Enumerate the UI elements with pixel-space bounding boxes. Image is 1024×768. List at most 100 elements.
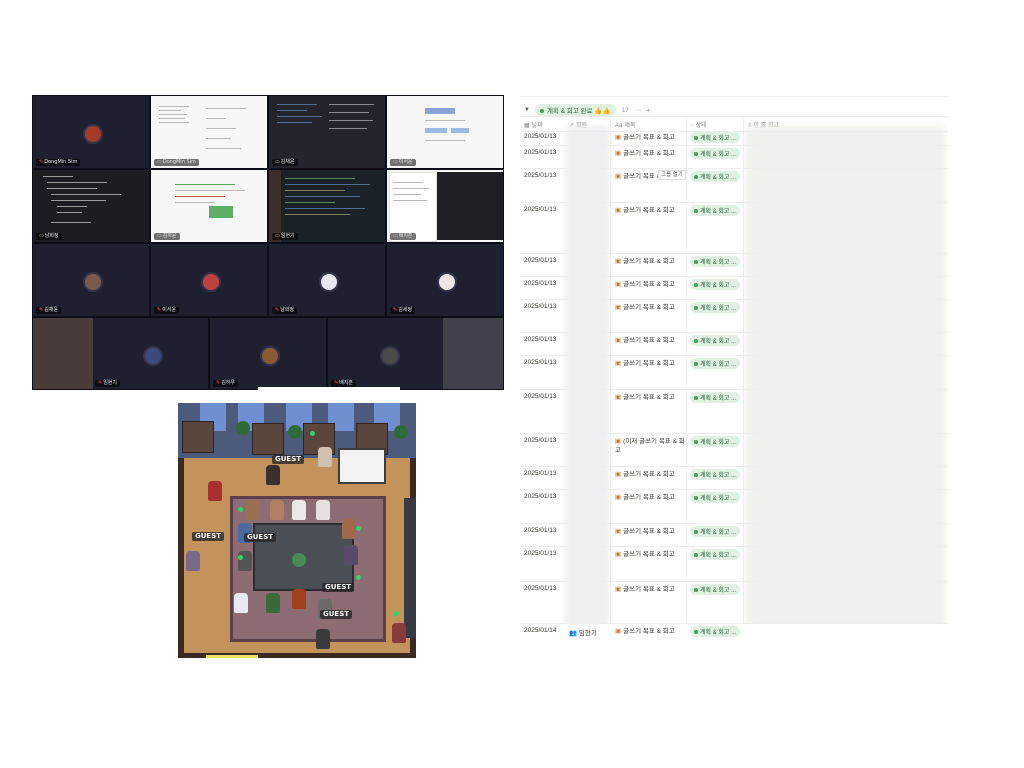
more-options-icon[interactable]: ···: [635, 107, 642, 114]
text-aa-icon: Aa: [615, 123, 623, 129]
video-tile-screen-share[interactable]: ▭임현기: [268, 169, 386, 243]
status-badge[interactable]: 계획 & 회고 ...: [690, 492, 741, 503]
table-row[interactable]: 2025/01/13 ▣ (이저 글쓰기 목표 & 회고 계획 & 회고 ...: [520, 434, 948, 467]
status-badge[interactable]: 계획 & 회고 ...: [690, 279, 741, 290]
status-badge[interactable]: 계획 & 회고 ...: [690, 549, 741, 560]
player-avatar[interactable]: [342, 519, 356, 539]
title-cell[interactable]: ▣ 글쓰기 목표 & 회고: [615, 257, 687, 266]
bookshelf: [252, 423, 284, 455]
table-row[interactable]: 2025/01/13 ▣ 글쓰기 목표 & 회고 계획 & 회고 ...: [520, 277, 948, 300]
video-tile-screen-share[interactable]: ▭배지훈: [386, 169, 504, 243]
table-row[interactable]: 2025/01/13 ▣ 글쓰기 목표 & 회고 계획 & 회고 ...: [520, 582, 948, 624]
status-badge[interactable]: 계획 & 회고 ...: [690, 469, 741, 480]
table-row[interactable]: 2025/01/13 ▣ 글쓰기 목표 & 회고 계획 & 회고 ...: [520, 390, 948, 434]
player-avatar[interactable]: [316, 500, 330, 520]
status-badge[interactable]: 계획 & 회고 ...: [690, 526, 741, 537]
table-row[interactable]: 2025/01/14 👥 임현기 ▣ 글쓰기 목표 & 회고 계획 & 회고 ..…: [520, 624, 948, 638]
table-row[interactable]: 2025/01/13 ▣ 글쓰기 목표 & 회고 계획 & 회고 ...: [520, 146, 948, 169]
participant-avatar: [319, 272, 339, 292]
guest-label: GUEST: [320, 610, 353, 619]
status-badge[interactable]: 계획 & 회고 ...: [690, 392, 741, 403]
column-header-status[interactable]: ◌ 상태: [690, 120, 707, 129]
title-cell[interactable]: ▣ 글쓰기 목표 & 회고: [615, 359, 687, 368]
title-cell[interactable]: ▣ 글쓰기 목표 & 회고: [615, 133, 687, 142]
add-row-icon[interactable]: +: [646, 106, 651, 115]
table-row[interactable]: 2025/01/13 ▣ 글쓰기 목표 & 회고 계획 & 회고 ...: [520, 467, 948, 490]
table-row[interactable]: 2025/01/13 ▣ 글쓰기 목표 & 회고 계획 & 회고 ...: [520, 254, 948, 277]
video-tile-screen-share[interactable]: ▭김채윤: [268, 95, 386, 169]
status-badge[interactable]: 계획 & 회고 ...: [690, 302, 741, 313]
status-badge[interactable]: 계획 & 회고 ...: [690, 584, 741, 595]
video-tile[interactable]: ✎김세정: [386, 243, 504, 317]
virtual-office-map[interactable]: GUEST GUEST GUEST GUEST GUEST: [178, 403, 416, 658]
player-avatar[interactable]: [208, 481, 222, 501]
page-icon: ▣: [615, 528, 622, 535]
player-avatar[interactable]: [266, 593, 280, 613]
mic-off-icon: ✎: [216, 380, 221, 386]
status-badge[interactable]: 계획 & 회고 ...: [690, 171, 741, 182]
title-cell[interactable]: ▣ 글쓰기 목표 & 회고: [615, 627, 687, 636]
status-badge[interactable]: 계획 & 회고 ...: [690, 132, 741, 143]
title-cell[interactable]: ▣ 글쓰기 목표 & 회고: [615, 280, 687, 289]
video-tile[interactable]: ✎김하우: [209, 317, 327, 390]
table-row[interactable]: 2025/01/13 ▣ 글쓰기 목표 & 회고 계획 & 회고 ...: [520, 130, 948, 146]
table-row[interactable]: 2025/01/13 ▣ 글쓰기 목표 & 회고 계획 & 회고 ...: [520, 524, 948, 547]
table-row[interactable]: 2025/01/13 ▣ 글쓰기 목표 & 회고 계획 & 회고 ...: [520, 300, 948, 333]
table-row[interactable]: 2025/01/13 ▣ 글쓰기 목표 & 회고 계획 & 회고 ...: [520, 203, 948, 254]
title-cell[interactable]: ▣ 글쓰기 목표 & 회고: [615, 470, 687, 479]
video-tile[interactable]: ✎DongMin Sim: [32, 95, 150, 169]
collapse-triangle-icon[interactable]: ▼: [524, 107, 530, 113]
status-badge[interactable]: 계획 & 회고 ...: [690, 626, 741, 637]
player-avatar[interactable]: [246, 500, 260, 520]
online-status-dot: [356, 575, 361, 580]
title-cell[interactable]: ▣ 글쓰기 목표 & 회고: [615, 206, 687, 215]
video-tile-screen-share[interactable]: ▭김하윤: [150, 169, 268, 243]
title-cell[interactable]: ▣ 글쓰기 목표 & 회고: [615, 550, 687, 559]
status-badge[interactable]: 계획 & 회고 ...: [690, 335, 741, 346]
player-avatar[interactable]: [270, 500, 284, 520]
status-badge[interactable]: 계획 & 회고 ...: [690, 148, 741, 159]
player-avatar[interactable]: [266, 465, 280, 485]
video-tile[interactable]: ✎김채윤: [32, 243, 150, 317]
video-tile[interactable]: ✎임현기: [32, 317, 209, 390]
player-avatar[interactable]: [238, 551, 252, 571]
player-avatar[interactable]: [392, 623, 406, 643]
group-header[interactable]: ▼ 계획 & 회고 완료 👍👍 17 ··· +: [524, 103, 651, 117]
player-avatar[interactable]: [318, 447, 332, 467]
title-cell[interactable]: ▣ 글쓰기 목표 & 회고: [615, 585, 687, 594]
title-cell[interactable]: ▣ 글쓰기 목표 & 회고: [615, 527, 687, 536]
table-row[interactable]: 2025/01/13 ▣ 글쓰기 목표 & 회고 계획 & 회고 ...: [520, 356, 948, 390]
status-badge[interactable]: 계획 & 회고 ...: [690, 256, 741, 267]
title-cell[interactable]: ▣ 글쓰기 목표 & 회고: [615, 493, 687, 502]
video-tile-screen-share[interactable]: ▭이서윤: [386, 95, 504, 169]
status-badge[interactable]: 계획 & 회고 ...: [690, 436, 741, 447]
table-row[interactable]: 2025/01/13 ▣ 글쓰기 목표 & 회고 계획 & 회고 ...: [520, 547, 948, 582]
player-avatar[interactable]: [344, 545, 358, 565]
open-page-button[interactable]: 그룹 열기: [658, 170, 686, 180]
status-circle-icon: ◌: [690, 123, 694, 129]
table-row[interactable]: 2025/01/13 ▣ 글쓰기 목표 & 회고 계획 & 회고 ...: [520, 333, 948, 356]
author-cell[interactable]: 👥 임현기: [569, 627, 597, 637]
whiteboard[interactable]: [338, 448, 386, 484]
title-cell[interactable]: ▣ 글쓰기 목표 & 회고: [615, 303, 687, 312]
column-header-date[interactable]: ▦ 날짜: [524, 120, 543, 129]
video-tile-screen-share[interactable]: ▭DongMin Sim: [150, 95, 268, 169]
video-tile[interactable]: ✎남희정: [268, 243, 386, 317]
video-tile[interactable]: ✎배지훈: [327, 317, 504, 390]
title-cell[interactable]: ▣ 글쓰기 목표 & 회고: [615, 149, 687, 158]
video-tile-screen-share[interactable]: ▭남희정: [32, 169, 150, 243]
player-avatar[interactable]: [292, 500, 306, 520]
player-avatar[interactable]: [234, 593, 248, 613]
status-badge[interactable]: 계획 & 회고 ...: [690, 205, 741, 216]
status-badge[interactable]: 계획 & 회고 ...: [690, 358, 741, 369]
column-header-title[interactable]: Aa 제목: [615, 120, 635, 129]
table-row[interactable]: 2025/01/13 ▣ 글쓰기 목표 & 그룹 열기 계획 & 회고 ...: [520, 169, 948, 203]
title-cell[interactable]: ▣ (이저 글쓰기 목표 & 회고: [615, 437, 687, 455]
player-avatar[interactable]: [186, 551, 200, 571]
title-cell[interactable]: ▣ 글쓰기 목표 & 회고: [615, 336, 687, 345]
title-cell[interactable]: ▣ 글쓰기 목표 & 회고: [615, 393, 687, 402]
video-tile[interactable]: ✎이서윤: [150, 243, 268, 317]
table-row[interactable]: 2025/01/13 ▣ 글쓰기 목표 & 회고 계획 & 회고 ...: [520, 490, 948, 524]
player-avatar[interactable]: [292, 589, 306, 609]
player-avatar[interactable]: [316, 629, 330, 649]
